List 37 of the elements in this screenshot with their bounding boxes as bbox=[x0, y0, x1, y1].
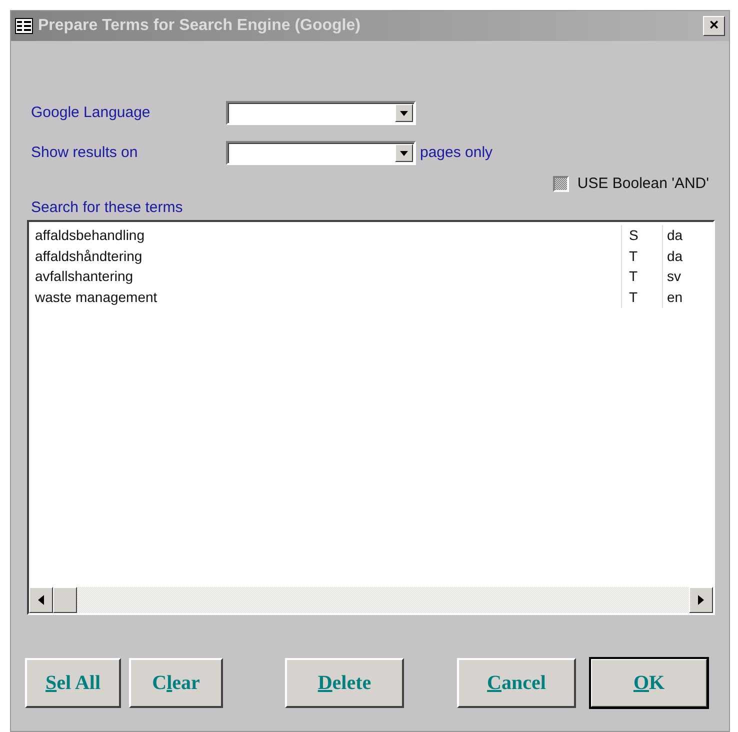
field-suffix: pages only bbox=[420, 142, 493, 163]
right-arrow-icon bbox=[698, 594, 704, 604]
field-label: Show results on bbox=[31, 142, 139, 163]
term-cell: affaldshåndtering bbox=[35, 248, 142, 264]
left-arrow-icon bbox=[38, 594, 44, 604]
type-cell: T bbox=[629, 288, 638, 305]
form-icon bbox=[15, 18, 33, 34]
horizontal-scrollbar[interactable] bbox=[29, 586, 713, 612]
language-cell: da bbox=[667, 227, 683, 244]
dropdown-field[interactable] bbox=[226, 141, 416, 165]
scroll-left-button[interactable] bbox=[29, 586, 53, 612]
term-cell: waste management bbox=[35, 288, 158, 305]
language-cell: da bbox=[667, 248, 683, 264]
dialog-button[interactable]: Sel All bbox=[25, 658, 121, 708]
type-cell: T bbox=[629, 248, 638, 264]
language-cell: sv bbox=[667, 268, 681, 284]
dropdown-field[interactable] bbox=[226, 101, 416, 125]
dialog-button[interactable]: OK bbox=[590, 658, 708, 708]
type-cell: T bbox=[629, 268, 638, 284]
scroll-right-button[interactable] bbox=[689, 586, 713, 612]
field-label: Google Language bbox=[31, 102, 152, 123]
list-label: Search for these terms bbox=[31, 198, 183, 216]
term-cell: affaldsbehandling bbox=[35, 227, 145, 244]
dialog-button[interactable]: Cancel bbox=[457, 658, 576, 708]
dialog-button[interactable]: Delete bbox=[285, 658, 404, 708]
terms-list[interactable]: affaldsbehandling S da affaldshåndtering T da avfallshantering T sv waste management T en bbox=[27, 220, 715, 614]
boolean-checkbox[interactable] bbox=[553, 176, 570, 192]
type-cell: S bbox=[629, 227, 638, 244]
checkbox-label: USE Boolean 'AND' bbox=[577, 174, 709, 194]
window-title: Prepare Terms for Search Engine (Google) bbox=[38, 16, 362, 36]
scroll-thumb[interactable] bbox=[53, 586, 77, 612]
dialog-button[interactable]: Clear bbox=[129, 658, 223, 708]
term-cell: avfallshantering bbox=[35, 268, 134, 284]
language-cell: en bbox=[667, 288, 683, 305]
dropdown-arrow-icon bbox=[400, 110, 408, 116]
close-button[interactable]: × bbox=[703, 16, 725, 36]
dropdown-arrow-icon bbox=[400, 150, 408, 156]
